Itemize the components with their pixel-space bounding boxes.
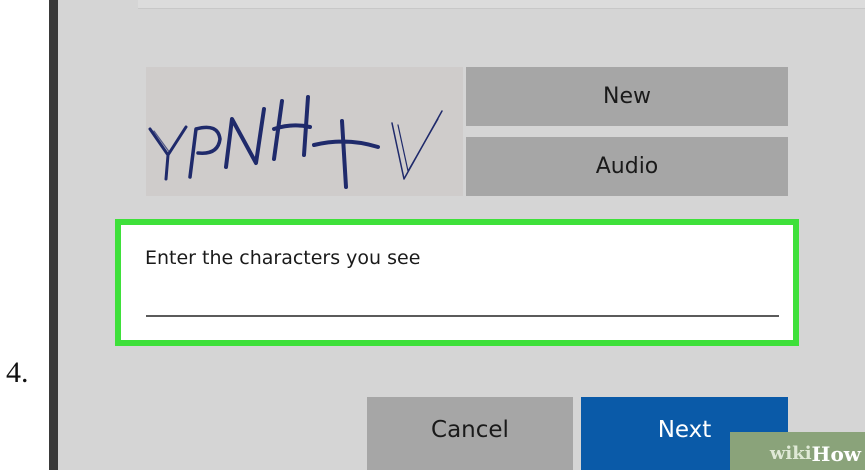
input-underline: [146, 315, 779, 317]
captcha-dialog: New Audio Enter the characters you see C…: [58, 0, 865, 470]
step-number: 4.: [6, 356, 29, 389]
window-frame-edge: [49, 0, 58, 470]
captcha-input-label: Enter the characters you see: [145, 247, 421, 269]
watermark-how-text: How: [811, 441, 861, 466]
dialog-top-strip: [138, 0, 865, 9]
captcha-input-field[interactable]: Enter the characters you see: [115, 219, 799, 346]
captcha-image: [146, 67, 463, 196]
audio-captcha-button[interactable]: Audio: [466, 137, 788, 196]
wikihow-watermark: wiki How: [735, 437, 865, 470]
new-captcha-button[interactable]: New: [466, 67, 788, 126]
watermark-wiki-text: wiki: [769, 443, 812, 464]
cancel-button[interactable]: Cancel: [367, 397, 573, 470]
